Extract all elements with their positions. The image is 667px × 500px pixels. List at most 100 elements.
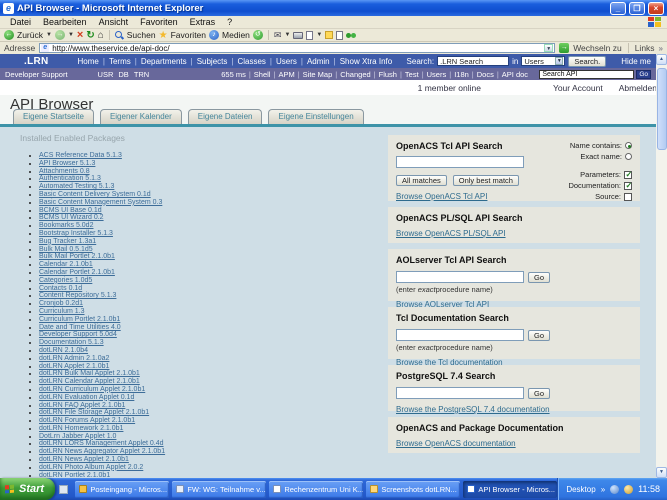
favorites-label[interactable]: Favoriten [171, 30, 206, 40]
back-label[interactable]: Zurück [17, 30, 43, 40]
source-checkbox[interactable] [624, 192, 632, 201]
package-link[interactable]: dotLRN Calendar Applet 2.1.0b1 [39, 378, 140, 385]
package-link[interactable]: Bookmarks 5.0d2 [39, 222, 93, 229]
tray-icon[interactable] [624, 484, 634, 494]
package-link[interactable]: API Browser 5.1.3 [39, 160, 95, 167]
package-link[interactable]: dotLRN News Applet 2.1.0b1 [39, 456, 129, 463]
nav-link[interactable]: Classes [227, 57, 265, 66]
lrn-search-button[interactable]: Search. [568, 55, 607, 67]
nav-link[interactable]: Show Xtra Info [330, 57, 392, 66]
nav-link[interactable]: Departments [131, 57, 187, 66]
portal-tab[interactable]: Eigene Startseite [13, 109, 94, 124]
aolserver-search-input[interactable] [396, 271, 524, 283]
aolserver-go-button[interactable]: Go [528, 271, 551, 283]
package-link[interactable]: dotLRN LORS Management Applet 0.4d [39, 440, 164, 447]
package-link[interactable]: dotLRN 2.1.0b4 [39, 347, 88, 354]
taskbar-window-button[interactable]: Rechenzentrum Uni K... [269, 480, 364, 498]
nav-link[interactable]: Users [266, 57, 297, 66]
hide-me-link[interactable]: Hide me [621, 57, 651, 66]
mail-icon[interactable]: ✉ [274, 30, 282, 41]
parameters-option[interactable]: Parameters: [580, 170, 632, 180]
taskbar-window-button[interactable]: API Browser - Micros... [463, 480, 558, 498]
package-link[interactable]: Date and Time Utilities 4.0 [39, 324, 121, 331]
minimize-button[interactable]: _ [610, 1, 626, 15]
favorites-icon[interactable]: ★ [159, 30, 168, 41]
package-link[interactable]: Bug Tracker 1.3a1 [39, 238, 96, 245]
portal-tab[interactable]: Eigener Kalender [99, 109, 182, 124]
devbar-flag-link[interactable]: TRN [134, 70, 149, 79]
browse-tcl-api-link[interactable]: Browse OpenACS Tcl API [396, 192, 487, 201]
edit-icon[interactable] [306, 30, 314, 40]
package-link[interactable]: Documentation 5.1.3 [39, 339, 104, 346]
package-link[interactable]: Basic Content Management System 0.3 [39, 199, 162, 206]
package-link[interactable]: Bulk Mail Portlet 2.1.0b1 [39, 253, 115, 260]
discuss-icon[interactable] [325, 31, 334, 39]
portal-tab[interactable]: Eigene Einstellungen [268, 109, 364, 124]
lrn-logo[interactable]: .LRN [24, 56, 49, 67]
source-option[interactable]: Source: [595, 192, 632, 201]
devbar-link[interactable]: APM [270, 70, 294, 79]
quick-launch[interactable] [55, 478, 72, 500]
devbar-link[interactable]: Test [397, 70, 419, 79]
browse-openacs-docs-link[interactable]: Browse OpenACS documentation [396, 439, 516, 448]
package-link[interactable]: dotLRN News Aggregator Applet 2.1.0b1 [39, 448, 165, 455]
package-link[interactable]: dotLRN Homework 2.1.0b1 [39, 425, 123, 432]
media-icon[interactable]: ♪ [209, 30, 220, 40]
devbar-link[interactable]: I18n [446, 70, 469, 79]
devbar-link[interactable]: API doc [494, 70, 528, 79]
browse-postgres-link[interactable]: Browse the PostgreSQL 7.4 documentation [396, 405, 550, 414]
home-icon[interactable]: ⌂ [98, 30, 104, 41]
toolbar-chevron-icon[interactable]: » [601, 485, 605, 494]
package-link[interactable]: Calendar 2.1.0b1 [39, 261, 93, 268]
menu-item[interactable]: Datei [4, 17, 37, 27]
package-link[interactable]: Bootstrap Installer 5.1.3 [39, 230, 113, 237]
edit-dropdown-icon[interactable]: ▼ [316, 32, 322, 38]
mail-dropdown-icon[interactable]: ▼ [284, 32, 290, 38]
package-link[interactable]: Bulk Mail 0.5.1d5 [39, 246, 93, 253]
api-search-input[interactable] [539, 69, 635, 79]
search-icon[interactable] [114, 30, 124, 40]
devbar-flag-link[interactable]: USR [98, 70, 114, 79]
package-link[interactable]: Basic Content Delivery System 0.1d [39, 191, 151, 198]
package-link[interactable]: Calendar Portlet 2.1.0b1 [39, 269, 115, 276]
devbar-link[interactable]: Site Map [295, 70, 333, 79]
package-link[interactable]: dotLRN FAQ Applet 2.1.0b1 [39, 402, 125, 409]
tray-icon[interactable] [610, 484, 620, 494]
package-link[interactable]: Curriculum Portlet 2.1.0b1 [39, 316, 120, 323]
go-icon[interactable]: → [559, 43, 570, 53]
package-link[interactable]: Automated Testing 5.1.3 [39, 183, 114, 190]
back-icon[interactable]: ← [4, 30, 14, 40]
devbar-link[interactable]: Flush [371, 70, 397, 79]
media-label[interactable]: Medien [222, 30, 250, 40]
name-contains-option[interactable]: Name contains: [570, 141, 632, 150]
browse-plsql-api-link[interactable]: Browse OpenACS PL/SQL API [396, 229, 506, 238]
postgres-search-input[interactable] [396, 387, 524, 399]
search-label[interactable]: Suchen [127, 30, 156, 40]
devbar-flag-link[interactable]: DB [118, 70, 128, 79]
nav-link[interactable]: Terms [99, 57, 131, 66]
package-link[interactable]: Cronjob 0.2d1 [39, 300, 83, 307]
package-link[interactable]: Curriculum 1.3 [39, 308, 85, 315]
print-icon[interactable] [293, 31, 304, 39]
package-link[interactable]: dotLRN File Storage Applet 2.1.0b1 [39, 409, 149, 416]
taskbar-window-button[interactable]: FW: WG: Teilnahme v... [172, 480, 267, 498]
address-input[interactable]: e http://www.theservice.de/api-doc/ ▼ [39, 43, 556, 53]
package-link[interactable]: dotLRN Curriculum Applet 2.1.0b1 [39, 386, 145, 393]
exact-name-radio[interactable] [625, 153, 632, 160]
tcldoc-search-input[interactable] [396, 329, 524, 341]
maximize-button[interactable]: ❐ [629, 1, 645, 15]
refresh-icon[interactable]: ↻ [86, 30, 94, 41]
postgres-go-button[interactable]: Go [528, 387, 551, 399]
scrollbar-thumb[interactable] [656, 68, 667, 150]
documentation-option[interactable]: Documentation: [568, 181, 632, 191]
close-button[interactable]: × [648, 1, 664, 15]
package-link[interactable]: dotLRN Applet 2.1.0b1 [39, 363, 109, 370]
stop-icon[interactable]: × [77, 30, 83, 41]
menu-item[interactable]: Bearbeiten [37, 17, 93, 27]
lrn-search-scope-select[interactable]: Users ▼ [521, 56, 566, 66]
history-icon[interactable]: ↺ [252, 30, 263, 40]
forward-icon[interactable]: → [54, 30, 65, 40]
developer-support-label[interactable]: Developer Support [5, 70, 68, 79]
menu-item[interactable]: ? [221, 17, 238, 27]
address-url[interactable]: http://www.theservice.de/api-doc/ [52, 44, 169, 53]
